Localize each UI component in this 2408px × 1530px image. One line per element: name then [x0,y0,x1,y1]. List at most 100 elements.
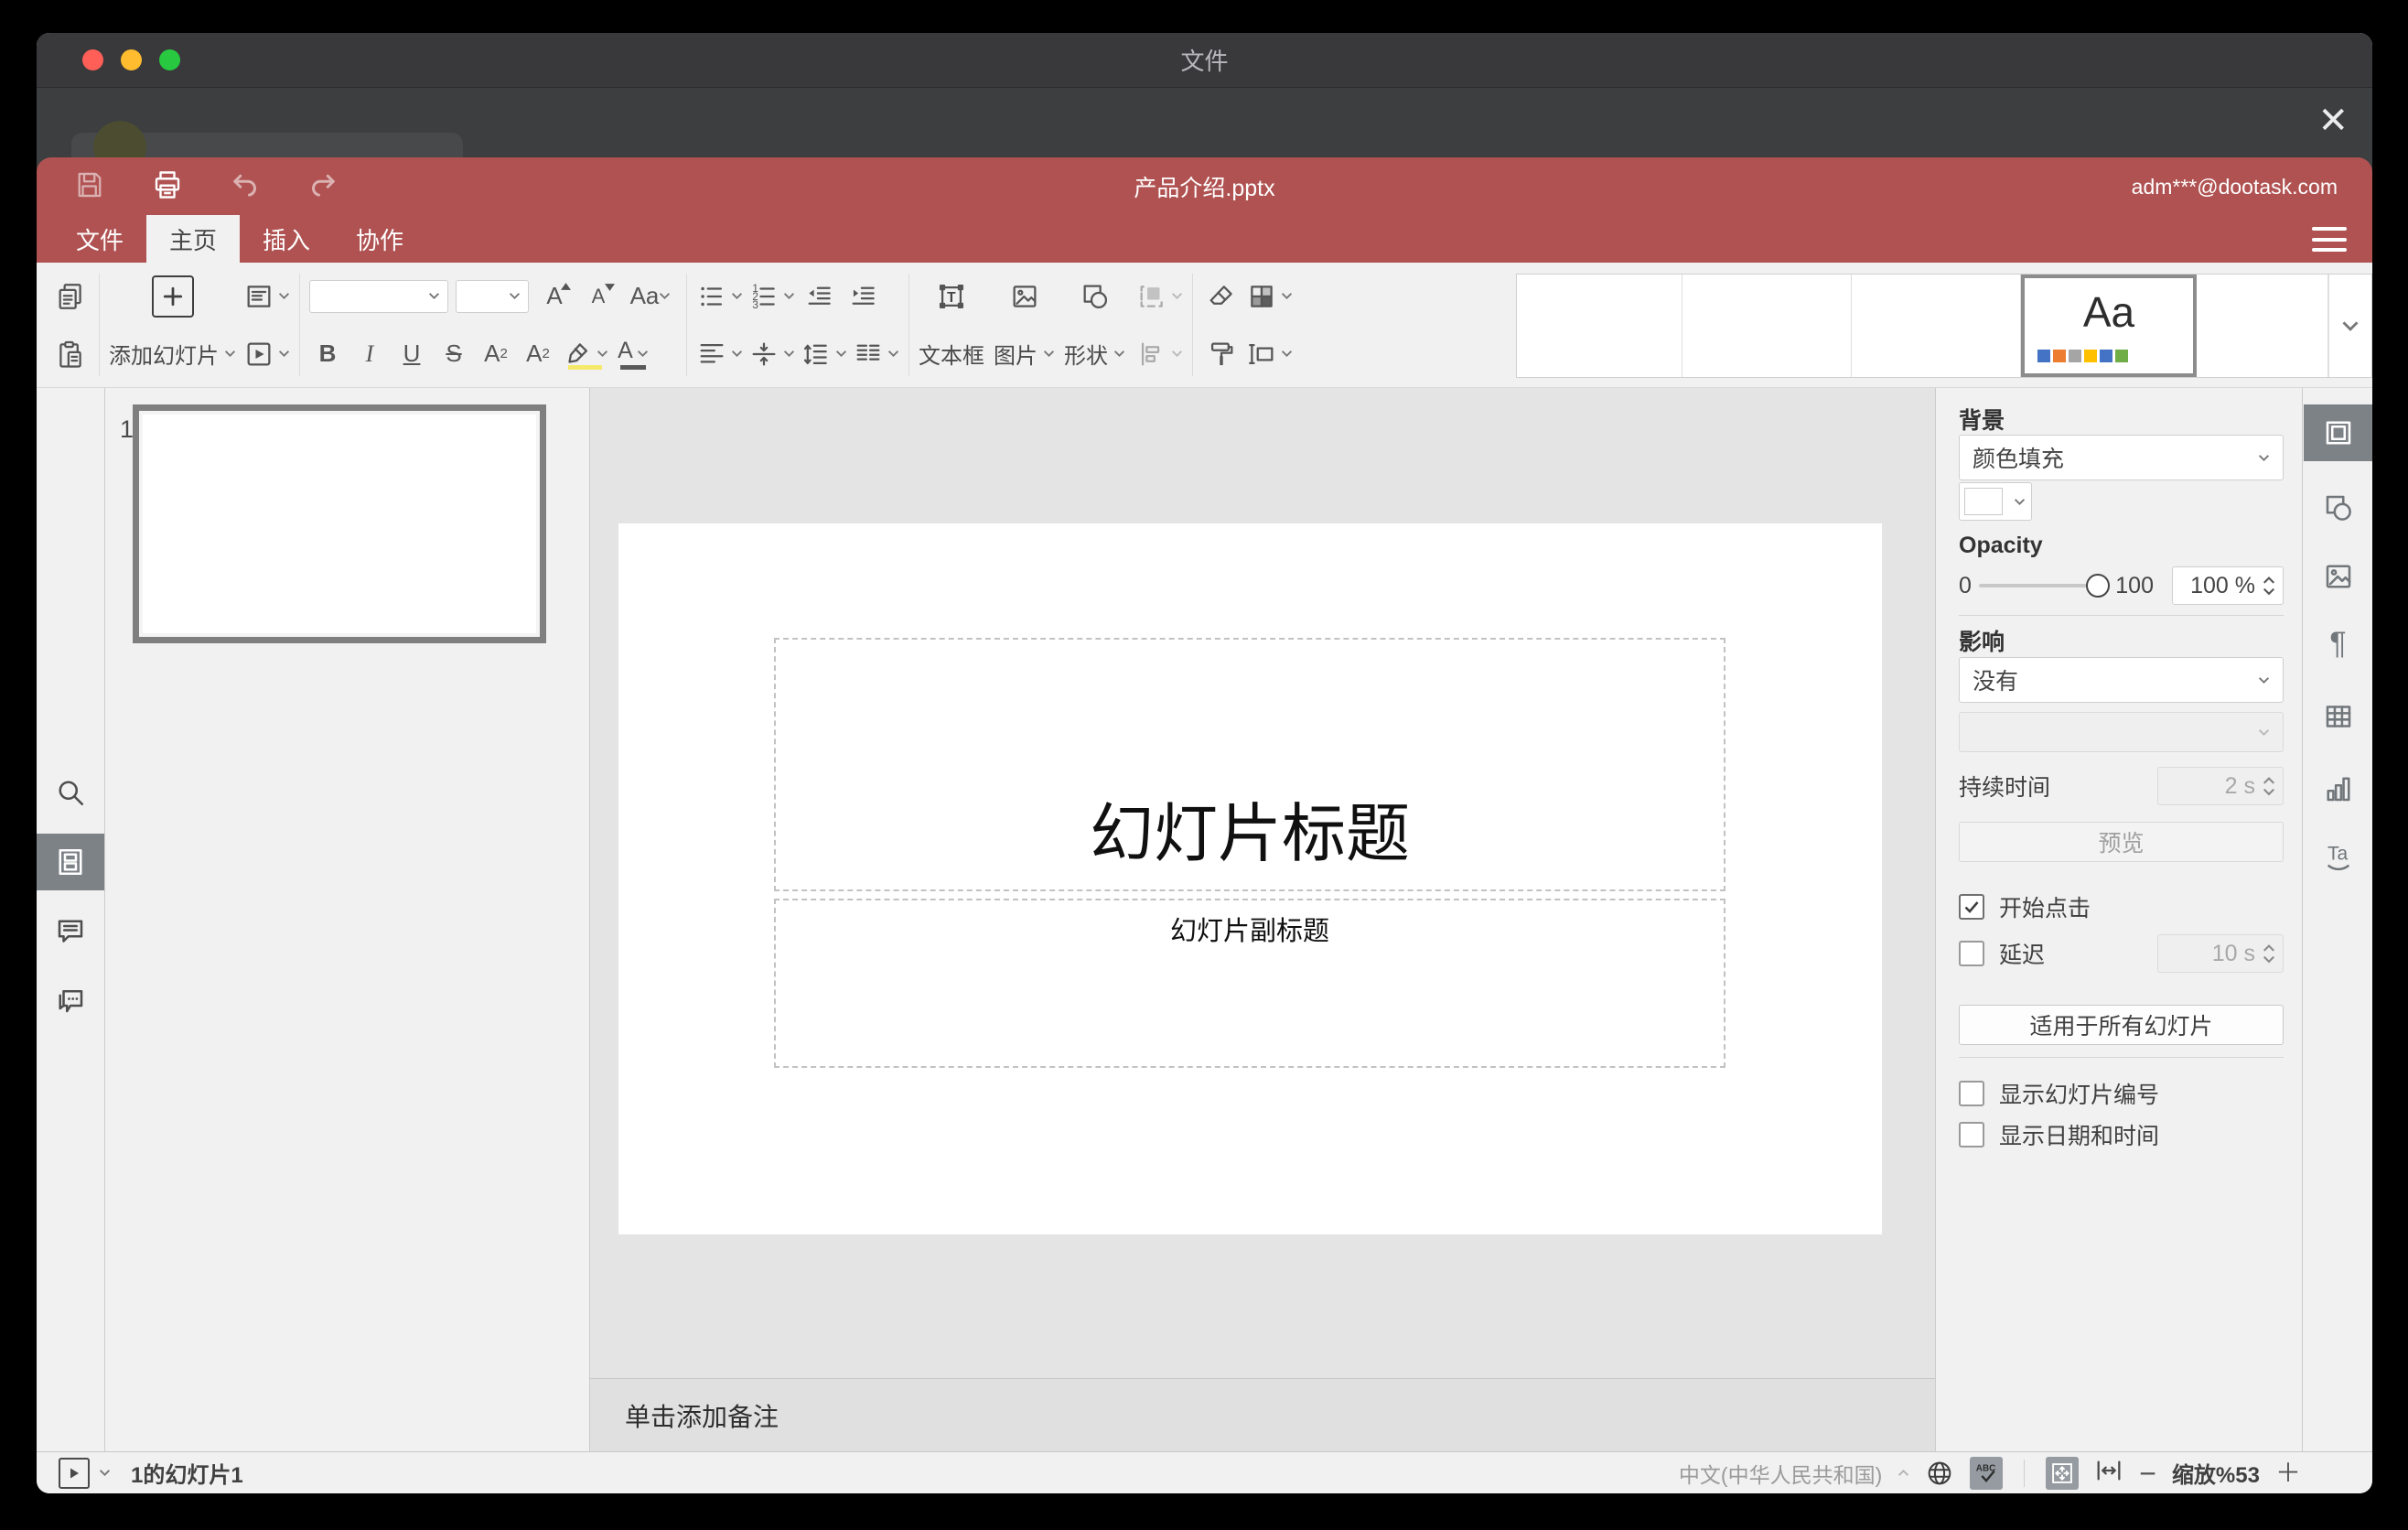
minimize-window-light[interactable] [121,49,142,70]
insert-textbox-button[interactable]: T [932,275,971,318]
font-size-select[interactable] [456,279,529,313]
effect-type-select[interactable] [1959,712,2284,752]
font-color-button[interactable]: A [614,333,652,375]
line-spacing-icon [803,344,827,364]
background-fill-select[interactable]: 颜色填充 [1959,435,2284,480]
comments-button[interactable] [37,903,104,960]
superscript-button[interactable]: A2 [478,333,514,375]
slides-panel-button[interactable] [37,834,104,890]
spin-up-icon[interactable] [2263,943,2275,953]
globe-icon[interactable] [1925,1459,1954,1488]
theme-option[interactable] [1852,275,2021,377]
spin-down-icon[interactable] [2263,587,2275,596]
subtitle-placeholder[interactable]: 幻灯片副标题 [774,899,1725,1068]
zoom-window-light[interactable] [159,49,180,70]
preview-button[interactable]: 预览 [1959,822,2284,862]
language-label[interactable]: 中文(中华人民共和国) [1679,1458,1882,1489]
delay-spinner[interactable]: 10 s [2157,934,2284,973]
align-shape-button[interactable] [1136,333,1183,375]
delay-checkbox[interactable] [1959,941,1984,966]
notes-area[interactable]: 单击添加备注 [590,1378,1935,1451]
insert-shape-button[interactable] [1076,275,1114,318]
fit-slide-button[interactable] [2046,1456,2080,1490]
theme-option-selected[interactable]: Aa [2021,275,2197,377]
italic-button[interactable]: I [351,333,388,375]
vertical-align-button[interactable] [748,333,795,375]
title-placeholder[interactable]: 幻灯片标题 [774,638,1725,891]
horizontal-align-button[interactable] [696,333,743,375]
chevron-up-icon[interactable] [1897,1469,1909,1477]
underline-button[interactable]: U [393,333,430,375]
slide-layout-button[interactable] [243,275,290,318]
background-color-picker[interactable] [1959,482,2032,521]
opacity-slider-knob[interactable] [2086,574,2111,598]
chevron-down-icon[interactable] [99,1469,111,1477]
shape-settings-button[interactable] [2304,479,2372,536]
slide-thumbnail[interactable] [133,404,546,643]
slide-settings-button[interactable] [2304,404,2372,461]
effect-select[interactable]: 没有 [1959,657,2284,703]
strikethrough-button[interactable]: S [435,333,472,375]
bullet-list-button[interactable] [696,275,743,318]
apply-to-all-slides-button[interactable]: 适用于所有幻灯片 [1959,1005,2284,1045]
opacity-spinner[interactable]: 100 % [2172,566,2284,605]
subscript-button[interactable]: A2 [520,333,556,375]
bold-button[interactable]: B [309,333,346,375]
increase-font-button[interactable]: A [536,275,573,318]
slide[interactable]: 幻灯片标题 幻灯片副标题 [618,523,1882,1234]
clear-style-button[interactable] [1202,275,1241,318]
tab-insert[interactable]: 插入 [240,215,333,263]
tab-collaboration[interactable]: 协作 [333,215,426,263]
color-scheme-button[interactable] [1246,275,1293,318]
duration-spinner[interactable]: 2 s [2157,767,2284,805]
font-name-select[interactable] [309,279,448,313]
close-icon[interactable]: ✕ [2317,102,2349,139]
increase-indent-button[interactable] [844,275,883,318]
paragraph-settings-button[interactable]: ¶ [2304,615,2372,672]
zoom-out-button[interactable]: − [2139,1459,2156,1488]
spin-down-icon[interactable] [2263,788,2275,796]
numbered-list-button[interactable]: 123 [748,275,795,318]
add-slide-button[interactable]: 添加幻灯片 [109,272,236,378]
line-spacing-button[interactable] [801,333,847,375]
show-slide-number-checkbox[interactable] [1959,1081,1984,1106]
columns-button[interactable] [853,333,899,375]
change-case-button[interactable]: Aa [624,275,677,318]
theme-option[interactable] [1682,275,1852,377]
image-icon [1013,285,1037,307]
arrange-shape-button[interactable] [1136,275,1183,318]
spellcheck-button[interactable]: ABC [1970,1456,2004,1490]
image-settings-button[interactable] [2304,548,2372,605]
insert-image-button[interactable] [1005,275,1044,318]
zoom-in-button[interactable]: ＋ [2275,1460,2301,1486]
decrease-indent-button[interactable] [801,275,839,318]
tab-file[interactable]: 文件 [53,215,146,263]
copy-style-button[interactable] [1202,333,1241,375]
start-slideshow-status-button[interactable] [59,1457,90,1489]
close-window-light[interactable] [82,49,103,70]
decrease-font-button[interactable]: A [580,275,617,318]
start-on-click-checkbox[interactable] [1959,894,1984,920]
table-settings-button[interactable] [2304,688,2372,745]
fit-width-button[interactable] [2094,1456,2123,1490]
spin-up-icon[interactable] [2263,776,2275,785]
tab-home[interactable]: 主页 [146,215,241,263]
theme-option[interactable] [1517,275,1682,377]
textart-settings-button[interactable]: Ta [2304,827,2372,884]
search-button[interactable] [37,764,104,821]
spin-up-icon[interactable] [2263,576,2275,585]
show-date-time-checkbox[interactable] [1959,1122,1984,1148]
theme-option[interactable] [2197,275,2328,377]
slide-size-button[interactable] [1246,333,1293,375]
highlight-color-button[interactable] [562,333,608,375]
copy-button[interactable] [51,275,90,318]
chart-settings-button[interactable] [2304,760,2372,817]
theme-gallery-expand-button[interactable] [2328,275,2371,377]
menu-icon[interactable] [2312,227,2347,252]
opacity-slider[interactable] [1978,574,2111,598]
spin-down-icon[interactable] [2263,955,2275,964]
start-slideshow-button[interactable] [243,333,290,375]
color-picker-dropdown[interactable] [2007,483,2031,520]
paste-button[interactable] [51,333,90,375]
chat-button[interactable] [37,972,104,1029]
